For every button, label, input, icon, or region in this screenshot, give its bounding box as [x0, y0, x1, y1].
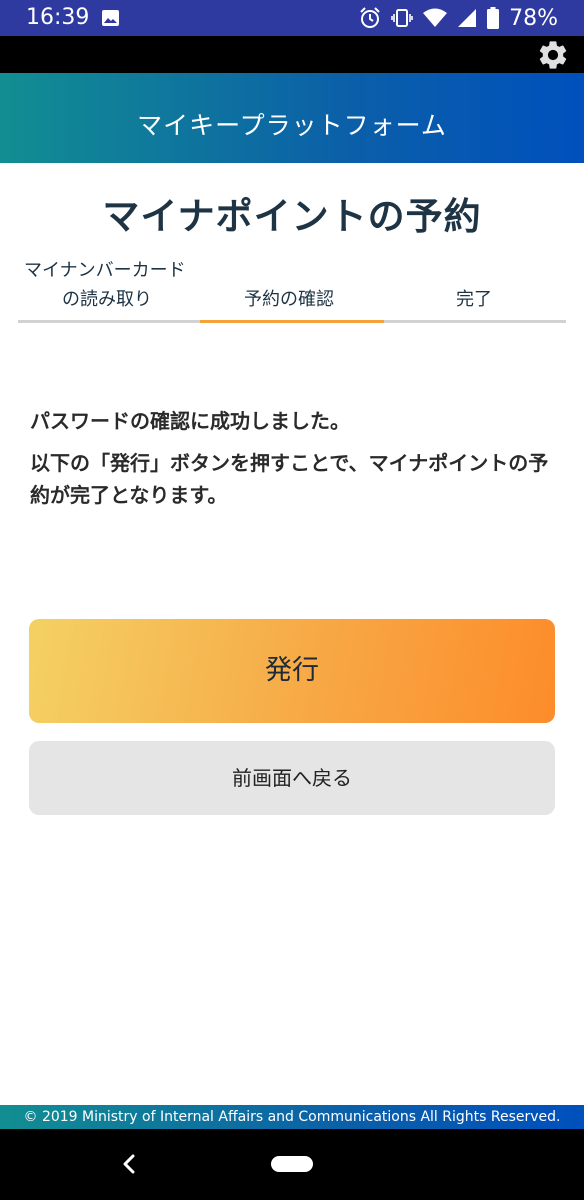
- copyright-text: © 2019 Ministry of Internal Affairs and …: [23, 1109, 561, 1125]
- back-icon[interactable]: [120, 1153, 138, 1175]
- status-bar: 16:39 78%: [0, 0, 584, 36]
- back-to-previous-button[interactable]: 前画面へ戻る: [29, 741, 555, 815]
- vibrate-icon: [391, 9, 413, 27]
- wifi-icon: [423, 8, 448, 27]
- footer: © 2019 Ministry of Internal Affairs and …: [0, 1105, 584, 1129]
- step-1-label-line1: マイナンバーカード: [24, 260, 186, 281]
- step-1-label-line2: の読み取り: [62, 289, 152, 310]
- alarm-icon: [360, 7, 380, 28]
- issue-button[interactable]: 発行: [29, 619, 555, 723]
- battery-icon: [487, 7, 500, 29]
- message-line-1: パスワードの確認に成功しました。: [30, 409, 350, 433]
- battery-percent: 78%: [509, 5, 558, 31]
- step-3-label: 完了: [456, 289, 492, 310]
- app-bar: [0, 36, 584, 73]
- app-header-title: マイキープラットフォーム: [137, 111, 447, 140]
- app-header: マイキープラットフォーム: [0, 73, 584, 163]
- system-nav-bar: [0, 1129, 584, 1200]
- message-line-2: 以下の「発行」ボタンを押すことで、マイナポイントの予約が完了となります。: [30, 451, 549, 507]
- page-title: マイナポイントの予約: [102, 195, 482, 238]
- status-icons: 78%: [359, 5, 558, 31]
- step-progress-active: [200, 320, 384, 323]
- gear-icon[interactable]: [536, 38, 570, 72]
- step-2-label: 予約の確認: [244, 289, 334, 310]
- image-icon: [102, 10, 119, 26]
- signal-icon: [458, 9, 477, 27]
- home-pill[interactable]: [271, 1156, 313, 1172]
- confirmation-message: パスワードの確認に成功しました。 以下の「発行」ボタンを押すことで、マイナポイン…: [30, 405, 560, 511]
- status-time: 16:39: [26, 5, 90, 30]
